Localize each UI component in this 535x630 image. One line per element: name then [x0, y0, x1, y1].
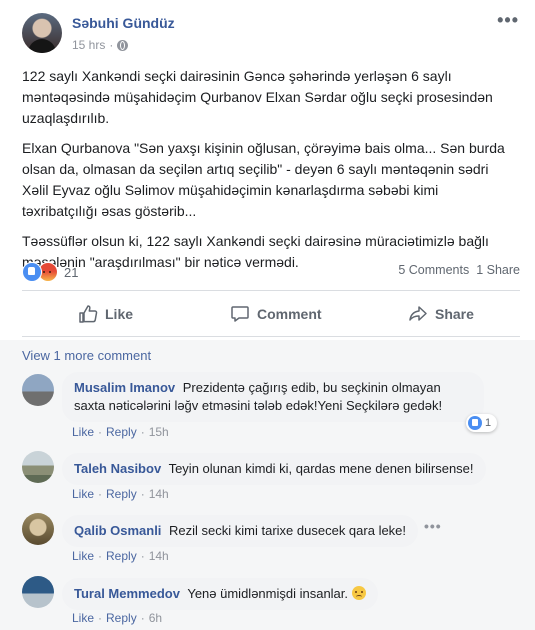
comment-icon	[231, 306, 249, 322]
reaction-count[interactable]: 21	[64, 265, 78, 280]
share-button[interactable]: Share	[408, 301, 474, 327]
comment-time[interactable]: 14h	[149, 487, 169, 501]
engagement-counts: 5 Comments 1 Share	[398, 263, 520, 277]
author-avatar[interactable]	[22, 13, 62, 53]
commenter-name[interactable]: Musalim Imanov	[74, 380, 175, 395]
comment-reply-link[interactable]: Reply	[106, 425, 137, 439]
like-button[interactable]: Like	[78, 301, 133, 327]
view-more-comments-link[interactable]: View 1 more comment	[22, 348, 151, 363]
comment-like-link[interactable]: Like	[72, 487, 94, 501]
share-icon	[409, 306, 427, 321]
comment-button[interactable]: Comment	[230, 301, 322, 327]
comment-text: Yenə ümidlənmişdi insanlar.	[187, 586, 349, 601]
comment-time[interactable]: 15h	[149, 425, 169, 439]
post-body: 122 saylı Xankəndi seçki dairəsinin Gənc…	[22, 66, 517, 282]
facebook-post: Səbuhi Gündüz 15 hrs · ••• 122 saylı Xan…	[0, 0, 535, 630]
commenter-avatar[interactable]	[22, 374, 54, 406]
comment-label: Comment	[257, 306, 322, 322]
comment-reply-link[interactable]: Reply	[106, 549, 137, 563]
commenter-avatar[interactable]	[22, 513, 54, 545]
like-reaction-icon	[22, 262, 42, 282]
comment-actions: Like · Reply · 15h	[72, 425, 169, 439]
comment-bubble: Musalim Imanov Prezidentə çağırış edib, …	[62, 372, 484, 422]
comment-actions: Like · Reply · 14h	[72, 549, 169, 563]
share-label: Share	[435, 306, 474, 322]
comment-options-button[interactable]: •••	[424, 518, 442, 534]
comment-like-link[interactable]: Like	[72, 425, 94, 439]
comment-bubble: Qalib Osmanli Rezil secki kimi tarixe du…	[62, 515, 419, 547]
thumbs-up-icon	[79, 305, 98, 323]
like-reaction-icon	[468, 416, 482, 430]
post-paragraph: 122 saylı Xankəndi seçki dairəsinin Gənc…	[22, 68, 493, 126]
reaction-icons[interactable]: 21	[22, 262, 78, 282]
comment-reaction-count: 1	[485, 417, 492, 429]
divider	[22, 290, 520, 291]
comment-reply-link[interactable]: Reply	[106, 611, 137, 625]
like-label: Like	[105, 306, 134, 322]
comments-count[interactable]: 5 Comments	[398, 263, 469, 277]
comment-reaction-badge[interactable]: 1	[466, 414, 498, 432]
comment-actions: Like · Reply · 14h	[72, 487, 169, 501]
comment-text: Teyin olunan kimdi ki, qardas mene denen…	[168, 461, 474, 476]
comment-bubble: Taleh Nasibov Teyin olunan kimdi ki, qar…	[62, 453, 486, 485]
post-time[interactable]: 15 hrs	[72, 38, 105, 52]
comment-like-link[interactable]: Like	[72, 611, 94, 625]
comment-like-link[interactable]: Like	[72, 549, 94, 563]
comment-bubble: Tural Memmedov Yenə ümidlənmişdi insanla…	[62, 578, 378, 610]
sad-face-icon	[351, 586, 366, 600]
comment-reply-link[interactable]: Reply	[106, 487, 137, 501]
post-paragraph: Elxan Qurbanova "Sən yaxşı kişinin oğlus…	[22, 140, 505, 219]
globe-icon	[117, 39, 129, 51]
commenter-name[interactable]: Tural Memmedov	[74, 586, 180, 601]
commenter-avatar[interactable]	[22, 576, 54, 608]
author-name[interactable]: Səbuhi Gündüz	[72, 15, 175, 31]
divider	[22, 336, 520, 337]
comment-time[interactable]: 6h	[149, 611, 162, 625]
more-options-button[interactable]: •••	[497, 10, 519, 31]
commenter-name[interactable]: Qalib Osmanli	[74, 523, 161, 538]
commenter-name[interactable]: Taleh Nasibov	[74, 461, 161, 476]
comment-time[interactable]: 14h	[149, 549, 169, 563]
commenter-avatar[interactable]	[22, 451, 54, 483]
reactions-summary: 21 5 Comments 1 Share	[22, 262, 520, 282]
comment-actions: Like · Reply · 6h	[72, 611, 163, 625]
post-meta: 15 hrs ·	[72, 38, 129, 52]
shares-count[interactable]: 1 Share	[476, 263, 520, 277]
comment-text: Rezil secki kimi tarixe dusecek qara lek…	[169, 523, 407, 538]
